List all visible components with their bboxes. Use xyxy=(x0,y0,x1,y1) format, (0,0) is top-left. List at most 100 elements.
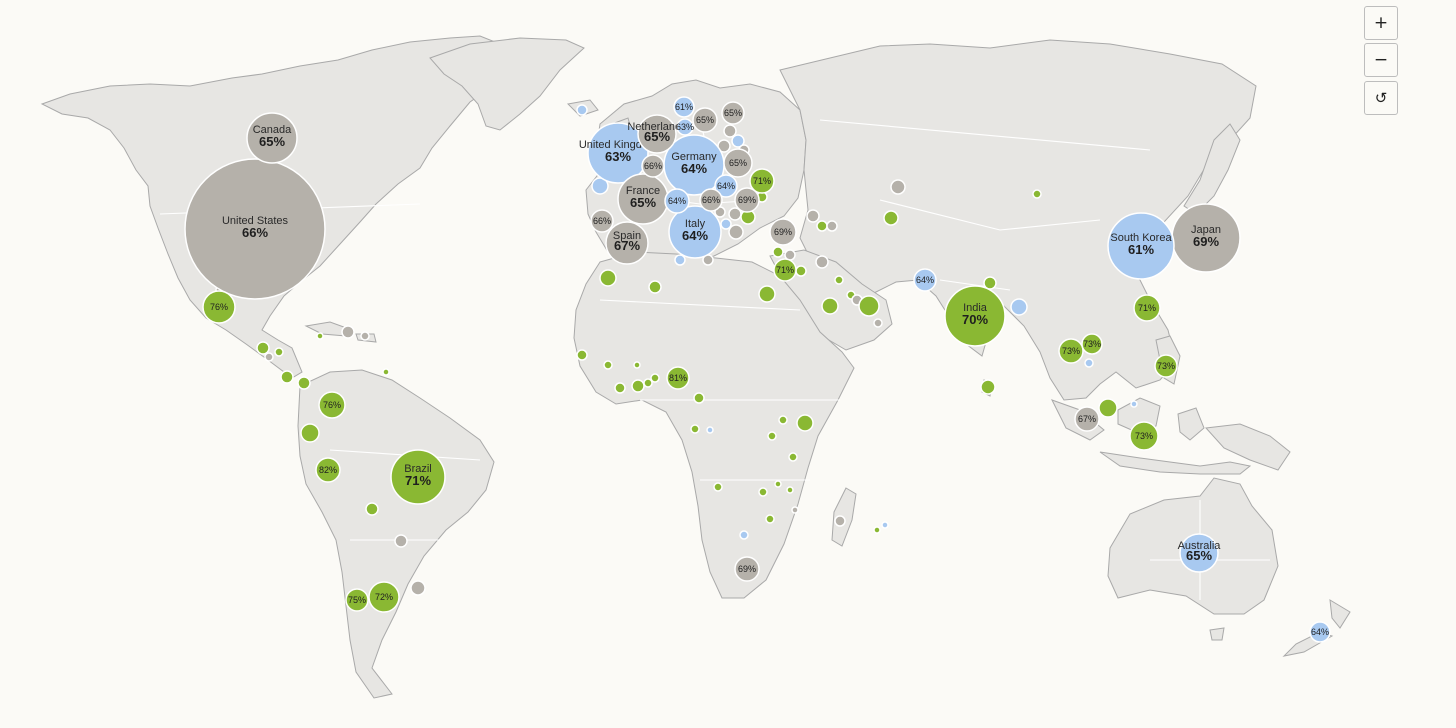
country-dot[interactable] xyxy=(786,486,794,494)
country-dot[interactable] xyxy=(382,368,390,376)
country-dot[interactable] xyxy=(980,379,996,395)
country-dot[interactable] xyxy=(834,275,844,285)
value-bubble[interactable] xyxy=(692,107,718,133)
country-dot[interactable] xyxy=(723,124,737,138)
country-dot[interactable] xyxy=(778,415,788,425)
country-dot[interactable] xyxy=(795,265,807,277)
country-dot[interactable] xyxy=(394,534,408,548)
country-bubble-united-states[interactable] xyxy=(184,158,326,300)
country-dot[interactable] xyxy=(614,382,626,394)
value-bubble[interactable] xyxy=(673,96,695,118)
country-dot[interactable] xyxy=(410,580,426,596)
country-dot[interactable] xyxy=(796,414,814,432)
country-dot[interactable] xyxy=(633,361,641,369)
value-bubble[interactable] xyxy=(345,588,369,612)
value-bubble[interactable] xyxy=(749,168,775,194)
country-dot[interactable] xyxy=(274,347,284,357)
country-dot[interactable] xyxy=(316,332,324,340)
country-dot[interactable] xyxy=(713,482,723,492)
country-dot[interactable] xyxy=(983,276,997,290)
country-dot[interactable] xyxy=(706,426,714,434)
country-bubble-canada[interactable] xyxy=(246,112,298,164)
country-dot[interactable] xyxy=(648,280,662,294)
value-bubble[interactable] xyxy=(1133,294,1161,322)
country-dot[interactable] xyxy=(883,210,899,226)
country-dot[interactable] xyxy=(788,452,798,462)
country-dot[interactable] xyxy=(576,349,588,361)
country-dot[interactable] xyxy=(1032,189,1042,199)
country-dot[interactable] xyxy=(821,297,839,315)
country-dot[interactable] xyxy=(365,502,379,516)
country-dot[interactable] xyxy=(774,480,782,488)
country-dot[interactable] xyxy=(674,254,686,266)
country-dot[interactable] xyxy=(360,331,370,341)
country-dot[interactable] xyxy=(806,209,820,223)
country-bubble-south-korea[interactable] xyxy=(1107,212,1175,280)
country-dot[interactable] xyxy=(341,325,355,339)
country-dot[interactable] xyxy=(815,255,829,269)
zoom-in-button[interactable]: + xyxy=(1364,6,1398,40)
value-bubble[interactable] xyxy=(721,101,745,125)
country-bubble-spain[interactable] xyxy=(605,221,649,265)
country-dot[interactable] xyxy=(720,218,732,230)
value-bubble[interactable] xyxy=(368,581,400,613)
country-dot[interactable] xyxy=(873,526,881,534)
value-bubble[interactable] xyxy=(318,391,346,419)
country-dot[interactable] xyxy=(256,341,270,355)
value-bubble[interactable] xyxy=(1074,406,1100,432)
value-bubble[interactable] xyxy=(590,209,614,233)
value-bubble[interactable] xyxy=(315,457,341,483)
country-bubble-italy[interactable] xyxy=(668,205,722,259)
country-dot[interactable] xyxy=(791,506,799,514)
country-dot[interactable] xyxy=(1098,398,1118,418)
value-bubble[interactable] xyxy=(666,366,690,390)
country-dot[interactable] xyxy=(690,424,700,434)
country-dot[interactable] xyxy=(631,379,645,393)
country-dot[interactable] xyxy=(280,370,294,384)
country-dot[interactable] xyxy=(765,514,775,524)
zoom-out-button[interactable]: − xyxy=(1364,43,1398,77)
value-bubble[interactable] xyxy=(1081,333,1103,355)
reset-zoom-button[interactable]: ↺ xyxy=(1364,81,1398,115)
value-bubble[interactable] xyxy=(723,148,753,178)
country-dot[interactable] xyxy=(603,360,613,370)
country-dot[interactable] xyxy=(576,104,588,116)
country-dot[interactable] xyxy=(1084,358,1094,368)
country-dot[interactable] xyxy=(758,285,776,303)
country-dot[interactable] xyxy=(1010,298,1028,316)
country-dot[interactable] xyxy=(758,487,768,497)
country-dot[interactable] xyxy=(739,530,749,540)
country-dot[interactable] xyxy=(858,295,880,317)
country-dot[interactable] xyxy=(650,373,660,383)
country-dot[interactable] xyxy=(772,246,784,258)
value-bubble[interactable] xyxy=(1154,354,1178,378)
country-dot[interactable] xyxy=(890,179,906,195)
world-map[interactable]: United States66%Canada65%Brazil71%India7… xyxy=(0,0,1456,728)
country-dot[interactable] xyxy=(873,318,883,328)
country-bubble-netherlands[interactable] xyxy=(637,114,677,154)
country-dot[interactable] xyxy=(767,431,777,441)
value-bubble[interactable] xyxy=(699,188,723,212)
country-bubble-australia[interactable] xyxy=(1179,533,1219,573)
value-bubble[interactable] xyxy=(773,258,797,282)
country-bubble-india[interactable] xyxy=(944,285,1006,347)
value-bubble[interactable] xyxy=(769,218,797,246)
value-bubble[interactable] xyxy=(913,268,937,292)
value-bubble[interactable] xyxy=(202,290,236,324)
country-dot[interactable] xyxy=(826,220,838,232)
country-dot[interactable] xyxy=(297,376,311,390)
value-bubble[interactable] xyxy=(676,118,694,136)
value-bubble[interactable] xyxy=(664,188,690,214)
value-bubble[interactable] xyxy=(1058,338,1084,364)
country-dot[interactable] xyxy=(264,352,274,362)
country-dot[interactable] xyxy=(816,220,828,232)
value-bubble[interactable] xyxy=(734,556,760,582)
country-bubble-brazil[interactable] xyxy=(390,449,446,505)
value-bubble[interactable] xyxy=(1309,621,1331,643)
country-dot[interactable] xyxy=(728,224,744,240)
value-bubble[interactable] xyxy=(1129,421,1159,451)
country-dot[interactable] xyxy=(834,515,846,527)
value-bubble[interactable] xyxy=(641,154,665,178)
country-dot[interactable] xyxy=(693,392,705,404)
country-dot[interactable] xyxy=(881,521,889,529)
